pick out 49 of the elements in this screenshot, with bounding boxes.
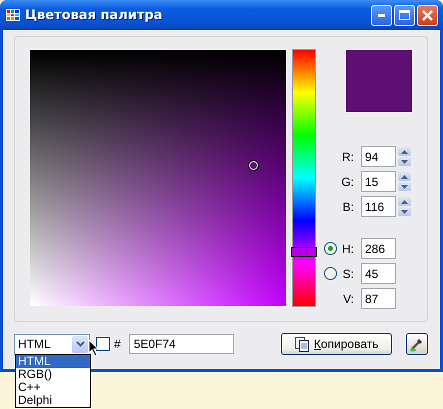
app-icon (6, 9, 20, 21)
window-title: Цветовая палитра (25, 8, 164, 22)
channel-label: R: (342, 150, 355, 164)
value-field[interactable]: 94 (361, 146, 396, 167)
value-field[interactable]: 15 (361, 171, 396, 192)
close-button[interactable] (417, 4, 438, 26)
channel-label: S: (342, 266, 355, 280)
spin-control[interactable] (398, 197, 410, 216)
eyedropper-icon (408, 336, 425, 352)
value-field[interactable]: 87 (361, 288, 396, 309)
up-arrow-icon (401, 150, 408, 154)
slider-handle[interactable] (291, 247, 317, 258)
channel-label: V: (343, 292, 355, 306)
dropdown-option[interactable]: C++ (16, 381, 90, 394)
channel-label: B: (342, 200, 355, 214)
close-icon (422, 10, 433, 20)
maximize-button[interactable] (394, 4, 415, 26)
radio-button[interactable] (324, 267, 337, 280)
radio-button[interactable] (324, 242, 337, 255)
copy-button[interactable]: Копировать (280, 333, 392, 355)
spin-control[interactable] (398, 172, 410, 191)
dropdown-option[interactable]: HTML (16, 355, 90, 368)
dropdown-option[interactable]: Delphi (16, 394, 90, 407)
maximize-icon (399, 10, 410, 20)
chevron-down-icon (76, 341, 84, 347)
hash-label: # (114, 337, 121, 351)
color-field[interactable] (30, 50, 286, 306)
eyedropper-button[interactable] (406, 333, 428, 355)
copy-icon (294, 336, 310, 352)
value-field[interactable]: 286 (361, 238, 396, 259)
hex-field[interactable]: 5E0F74 (128, 334, 234, 354)
minimize-button[interactable] (371, 4, 392, 26)
channel-label: G: (341, 174, 355, 188)
color-preview (346, 50, 412, 112)
value-field[interactable]: 116 (361, 196, 396, 217)
minimize-icon (378, 14, 385, 16)
dropdown-option[interactable]: RGB() (16, 368, 90, 381)
value-field[interactable]: 45 (361, 263, 396, 284)
down-arrow-icon (401, 184, 408, 188)
channel-label: H: (342, 242, 355, 256)
spin-control[interactable] (398, 147, 410, 166)
format-dropdown[interactable]: HTML (14, 334, 90, 354)
up-arrow-icon (401, 200, 408, 204)
down-arrow-icon (401, 210, 408, 214)
up-arrow-icon (401, 174, 408, 178)
picker-cursor[interactable] (248, 160, 259, 172)
checkbox[interactable] (96, 337, 110, 351)
hue-slider[interactable] (293, 50, 315, 306)
down-arrow-icon (401, 160, 408, 164)
